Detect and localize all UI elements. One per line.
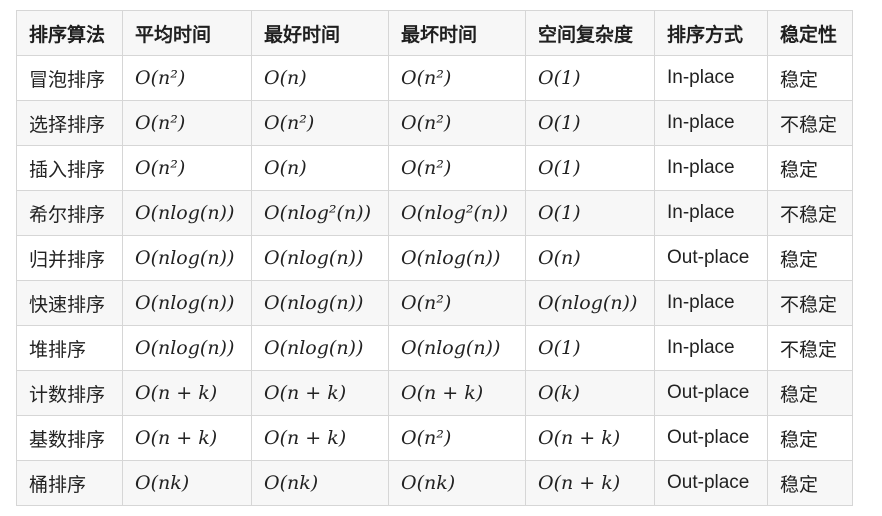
cell-stability: 稳定 (767, 145, 853, 191)
cell-best-time: O(n) (251, 145, 389, 191)
cell-sort-method: Out-place (654, 370, 768, 416)
cell-algorithm: 快速排序 (16, 280, 123, 326)
cell-algorithm: 桶排序 (16, 460, 123, 506)
cell-best-time: O(n) (251, 55, 389, 101)
cell-best-time: O(n + k) (251, 370, 389, 416)
cell-sort-method: In-place (654, 100, 768, 146)
cell-worst-time: O(n²) (388, 55, 526, 101)
cell-average-time: O(nlog(n)) (122, 280, 252, 326)
cell-best-time: O(nlog(n)) (251, 280, 389, 326)
cell-space-complexity: O(1) (525, 100, 655, 146)
cell-stability: 不稳定 (767, 280, 853, 326)
cell-space-complexity: O(n + k) (525, 460, 655, 506)
cell-stability: 稳定 (767, 55, 853, 101)
table-row: 快速排序 O(nlog(n)) O(nlog(n)) O(n²) O(nlog(n)) I… (16, 280, 853, 326)
header-algorithm: 排序算法 (16, 10, 123, 56)
sorting-complexity-table-container: 排序算法 平均时间 最好时间 最坏时间 空间复杂度 排序方式 稳定性 冒泡排序 O… (16, 10, 853, 506)
cell-algorithm: 插入排序 (16, 145, 123, 191)
cell-average-time: O(n + k) (122, 370, 252, 416)
cell-algorithm: 计数排序 (16, 370, 123, 416)
cell-space-complexity: O(1) (525, 325, 655, 371)
table-body: 冒泡排序 O(n²) O(n) O(n²) O(1) In-place 稳定 选择排序 O(n… (16, 55, 853, 506)
cell-worst-time: O(nlog(n)) (388, 325, 526, 371)
cell-best-time: O(nlog(n)) (251, 325, 389, 371)
cell-space-complexity: O(k) (525, 370, 655, 416)
cell-sort-method: Out-place (654, 460, 768, 506)
table-row: 堆排序 O(nlog(n)) O(nlog(n)) O(nlog(n)) O(1) In-… (16, 325, 853, 371)
cell-space-complexity: O(n + k) (525, 415, 655, 461)
table-row: 计数排序 O(n + k) O(n + k) O(n + k) O(k) Out-plac… (16, 370, 853, 416)
cell-algorithm: 基数排序 (16, 415, 123, 461)
cell-best-time: O(n²) (251, 100, 389, 146)
header-worst-time: 最坏时间 (388, 10, 526, 56)
cell-worst-time: O(nlog²(n)) (388, 190, 526, 236)
cell-best-time: O(nlog²(n)) (251, 190, 389, 236)
cell-worst-time: O(nk) (388, 460, 526, 506)
table-row: 插入排序 O(n²) O(n) O(n²) O(1) In-place 稳定 (16, 145, 853, 191)
cell-space-complexity: O(1) (525, 190, 655, 236)
table-row: 希尔排序 O(nlog(n)) O(nlog²(n)) O(nlog²(n)) O(1)… (16, 190, 853, 236)
cell-algorithm: 希尔排序 (16, 190, 123, 236)
cell-sort-method: Out-place (654, 235, 768, 281)
table-header: 排序算法 平均时间 最好时间 最坏时间 空间复杂度 排序方式 稳定性 (16, 10, 853, 56)
cell-best-time: O(nk) (251, 460, 389, 506)
cell-worst-time: O(nlog(n)) (388, 235, 526, 281)
cell-stability: 稳定 (767, 235, 853, 281)
cell-algorithm: 归并排序 (16, 235, 123, 281)
cell-sort-method: In-place (654, 190, 768, 236)
cell-average-time: O(n + k) (122, 415, 252, 461)
table-row: 选择排序 O(n²) O(n²) O(n²) O(1) In-place 不稳定 (16, 100, 853, 146)
cell-worst-time: O(n²) (388, 100, 526, 146)
cell-sort-method: In-place (654, 55, 768, 101)
cell-space-complexity: O(nlog(n)) (525, 280, 655, 326)
cell-sort-method: In-place (654, 280, 768, 326)
header-sort-method: 排序方式 (654, 10, 768, 56)
sorting-complexity-table: 排序算法 平均时间 最好时间 最坏时间 空间复杂度 排序方式 稳定性 冒泡排序 O… (16, 10, 853, 506)
table-row: 基数排序 O(n + k) O(n + k) O(n²) O(n + k) Out-pla… (16, 415, 853, 461)
cell-average-time: O(n²) (122, 145, 252, 191)
cell-stability: 稳定 (767, 460, 853, 506)
table-row: 冒泡排序 O(n²) O(n) O(n²) O(1) In-place 稳定 (16, 55, 853, 101)
cell-algorithm: 选择排序 (16, 100, 123, 146)
cell-worst-time: O(n²) (388, 415, 526, 461)
cell-best-time: O(nlog(n)) (251, 235, 389, 281)
header-space-complexity: 空间复杂度 (525, 10, 655, 56)
cell-worst-time: O(n + k) (388, 370, 526, 416)
cell-algorithm: 冒泡排序 (16, 55, 123, 101)
cell-stability: 稳定 (767, 415, 853, 461)
cell-average-time: O(nlog(n)) (122, 325, 252, 371)
cell-average-time: O(n²) (122, 100, 252, 146)
cell-space-complexity: O(1) (525, 145, 655, 191)
table-row: 桶排序 O(nk) O(nk) O(nk) O(n + k) Out-place 稳定 (16, 460, 853, 506)
table-row: 归并排序 O(nlog(n)) O(nlog(n)) O(nlog(n)) O(n) Ou… (16, 235, 853, 281)
cell-space-complexity: O(n) (525, 235, 655, 281)
header-row: 排序算法 平均时间 最好时间 最坏时间 空间复杂度 排序方式 稳定性 (16, 10, 853, 56)
header-best-time: 最好时间 (251, 10, 389, 56)
cell-sort-method: In-place (654, 325, 768, 371)
cell-worst-time: O(n²) (388, 280, 526, 326)
cell-worst-time: O(n²) (388, 145, 526, 191)
cell-stability: 不稳定 (767, 325, 853, 371)
cell-average-time: O(nlog(n)) (122, 190, 252, 236)
cell-average-time: O(nlog(n)) (122, 235, 252, 281)
cell-algorithm: 堆排序 (16, 325, 123, 371)
header-stability: 稳定性 (767, 10, 853, 56)
header-average-time: 平均时间 (122, 10, 252, 56)
cell-stability: 不稳定 (767, 190, 853, 236)
cell-sort-method: In-place (654, 145, 768, 191)
cell-average-time: O(n²) (122, 55, 252, 101)
cell-sort-method: Out-place (654, 415, 768, 461)
cell-space-complexity: O(1) (525, 55, 655, 101)
cell-best-time: O(n + k) (251, 415, 389, 461)
cell-average-time: O(nk) (122, 460, 252, 506)
cell-stability: 不稳定 (767, 100, 853, 146)
cell-stability: 稳定 (767, 370, 853, 416)
